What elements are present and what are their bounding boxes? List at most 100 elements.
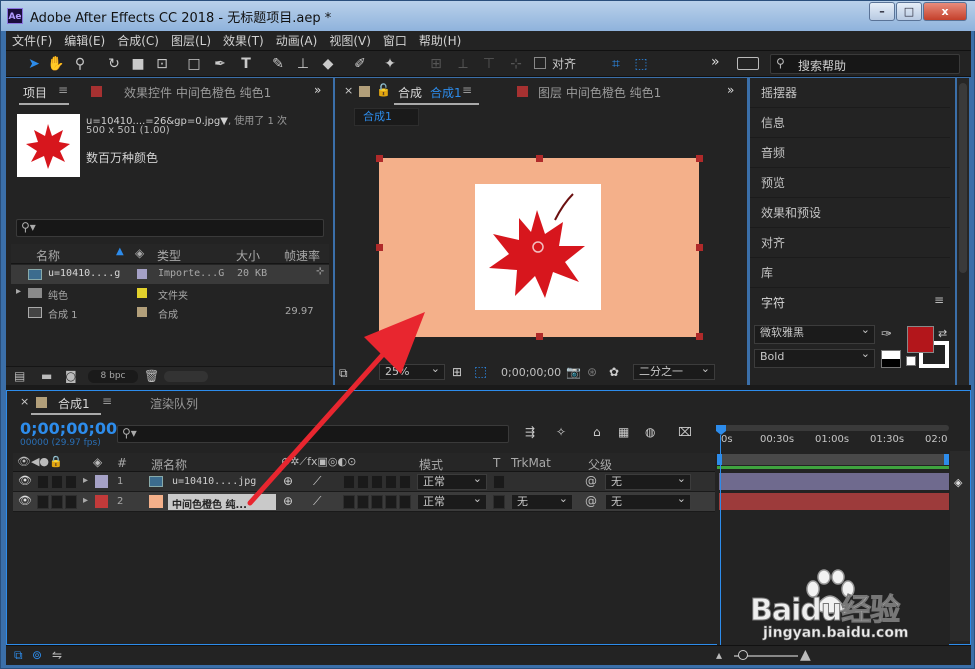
lock-switch[interactable]	[65, 475, 77, 489]
swap-colors-icon[interactable]: ⇄	[938, 327, 947, 340]
maximize-button[interactable]: □	[896, 2, 922, 21]
project-item-row[interactable]: ▸ 纯色 文件夹	[11, 284, 329, 303]
minimize-button[interactable]: –	[869, 2, 895, 21]
comp-button-icon[interactable]: ◈	[954, 476, 962, 489]
timecode-display[interactable]: 0;00;00;00	[20, 419, 117, 438]
eyedropper-icon[interactable]: ✑	[881, 327, 892, 342]
motion-blur-icon[interactable]: ◍	[645, 425, 655, 439]
panel-overflow-icon[interactable]: »	[314, 83, 321, 97]
menu-file[interactable]: 文件(F)	[6, 31, 58, 51]
type-tool-icon[interactable]: T	[236, 54, 256, 74]
transform-handle[interactable]	[376, 333, 383, 340]
col-trkmat-header[interactable]: TrkMat	[511, 456, 551, 470]
layer-duration-bar[interactable]	[719, 473, 949, 490]
parent-dropdown[interactable]: 无	[605, 492, 691, 510]
align-checkbox[interactable]	[534, 57, 546, 69]
visibility-eye-icon[interactable]: 👁	[18, 494, 32, 507]
camera-tool-icon[interactable]: ■	[128, 54, 148, 74]
col-name-header[interactable]: 名称	[36, 247, 60, 264]
pick-whip-icon[interactable]: @	[585, 494, 597, 508]
menu-view[interactable]: 视图(V)	[323, 31, 377, 51]
zoom-dropdown[interactable]: 25%	[379, 362, 445, 380]
axis-world-icon[interactable]: ⟂	[453, 54, 473, 74]
transform-handle[interactable]	[696, 155, 703, 162]
lock-switch[interactable]	[65, 495, 77, 509]
project-item-row[interactable]: 合成 1 合成 29.97	[11, 303, 329, 322]
menu-help[interactable]: 帮助(H)	[413, 31, 467, 51]
right-panels-scrollbar[interactable]	[957, 78, 969, 385]
lock-icon[interactable]: 🔓	[376, 83, 391, 97]
roto-brush-tool-icon[interactable]: ✐	[350, 54, 370, 74]
expand-arrow-icon[interactable]: ▸	[83, 475, 88, 486]
puppet-tool-icon[interactable]: ✦	[380, 54, 400, 74]
motion-blur-switch[interactable]	[371, 475, 383, 489]
axis-local-icon[interactable]: ⊞	[426, 54, 446, 74]
tab-timeline-comp[interactable]: 合成1	[58, 395, 90, 412]
adjustment-switch[interactable]	[385, 495, 397, 509]
axis-view-icon[interactable]: ⊤	[479, 54, 499, 74]
panel-menu-icon[interactable]: ≡	[934, 293, 944, 307]
col-fps-header[interactable]: 帧速率	[284, 247, 320, 264]
tab-menu-icon[interactable]: ≡	[462, 83, 472, 97]
layer-duration-bar[interactable]	[719, 493, 949, 510]
quality-switch-icon[interactable]: ⟋	[313, 474, 321, 489]
help-search-input[interactable]: ⚲ 搜索帮助	[770, 54, 960, 74]
hand-tool-icon[interactable]: ✋	[46, 54, 66, 74]
motion-blur-switch[interactable]	[371, 495, 383, 509]
3d-switch[interactable]	[399, 475, 411, 489]
solo-switch[interactable]	[51, 495, 63, 509]
shy-switch-icon[interactable]: ⊕	[283, 474, 293, 488]
eraser-tool-icon[interactable]: ◆	[318, 54, 338, 74]
transform-handle[interactable]	[536, 333, 543, 340]
layer-switches-toggle-icon[interactable]: ⧉	[14, 648, 23, 663]
frame-blending-icon[interactable]: ▦	[618, 425, 629, 439]
draft-3d-icon[interactable]: ✧	[556, 425, 566, 439]
3d-switch[interactable]	[399, 495, 411, 509]
close-tab-icon[interactable]: ×	[344, 84, 353, 97]
channel-icon[interactable]: ✿	[609, 365, 619, 379]
time-graph[interactable]: 0s 00:30s 01:00s 01:30s 02:0	[716, 421, 949, 646]
parent-dropdown[interactable]: 无	[605, 472, 691, 490]
tab-composition-label[interactable]: 合成	[398, 84, 422, 101]
comp-breadcrumb[interactable]: 合成1	[354, 108, 419, 126]
pick-whip-icon[interactable]: @	[585, 474, 597, 488]
resolution-dropdown[interactable]: 二分之一	[633, 362, 715, 380]
always-preview-icon[interactable]: ⧉	[339, 366, 348, 381]
transform-handle[interactable]	[696, 244, 703, 251]
project-scrollbar[interactable]	[164, 371, 208, 382]
preserve-transparency-switch[interactable]	[493, 495, 505, 509]
shy-layers-icon[interactable]: ⌂	[593, 425, 601, 439]
col-mode-header[interactable]: 模式	[419, 456, 443, 473]
tab-composition-name[interactable]: 合成1	[430, 84, 462, 101]
no-fill-icon[interactable]	[906, 356, 916, 366]
fill-color-swatch[interactable]	[907, 326, 934, 353]
panel-info[interactable]: 信息	[761, 114, 785, 131]
zoom-in-icon[interactable]: ▲	[800, 647, 811, 663]
effect-switch[interactable]	[343, 475, 355, 489]
menu-edit[interactable]: 编辑(E)	[58, 31, 111, 51]
frame-blend-switch[interactable]	[357, 475, 369, 489]
tab-render-queue[interactable]: 渲染队列	[150, 395, 198, 412]
black-white-swatch[interactable]	[881, 350, 901, 368]
quality-switch-icon[interactable]: ⟋	[313, 494, 321, 509]
layer-name-editing[interactable]: 中间色橙色 纯...	[168, 494, 276, 510]
menu-effect[interactable]: 效果(T)	[217, 31, 270, 51]
effect-switch[interactable]	[343, 495, 355, 509]
layer-label-swatch[interactable]	[95, 475, 108, 488]
work-area-bar[interactable]	[717, 454, 949, 465]
snap-region-icon[interactable]: ⬚	[631, 54, 651, 74]
rotate-tool-icon[interactable]: ↻	[104, 54, 124, 74]
expand-arrow-icon[interactable]: ▸	[16, 286, 21, 297]
col-size-header[interactable]: 大小	[236, 247, 260, 264]
zoom-tool-icon[interactable]: ⚲	[70, 54, 90, 74]
panel-wiggler[interactable]: 摇摆器	[761, 84, 797, 101]
work-area-navigator[interactable]	[717, 425, 949, 431]
pen-tool-icon[interactable]: ✒	[210, 54, 230, 74]
label-column-icon[interactable]: ◈	[135, 246, 144, 260]
visibility-eye-icon[interactable]: 👁	[18, 474, 32, 487]
layer-row[interactable]: 👁 ▸ 1 u=10410....jpg ⊕ ⟋ 正常 @ 无	[13, 472, 715, 492]
snap-icon[interactable]: ⊹	[506, 54, 526, 74]
graph-editor-icon[interactable]: ⌧	[678, 425, 692, 439]
transform-handle[interactable]	[376, 244, 383, 251]
workspace-icon[interactable]	[737, 57, 759, 70]
